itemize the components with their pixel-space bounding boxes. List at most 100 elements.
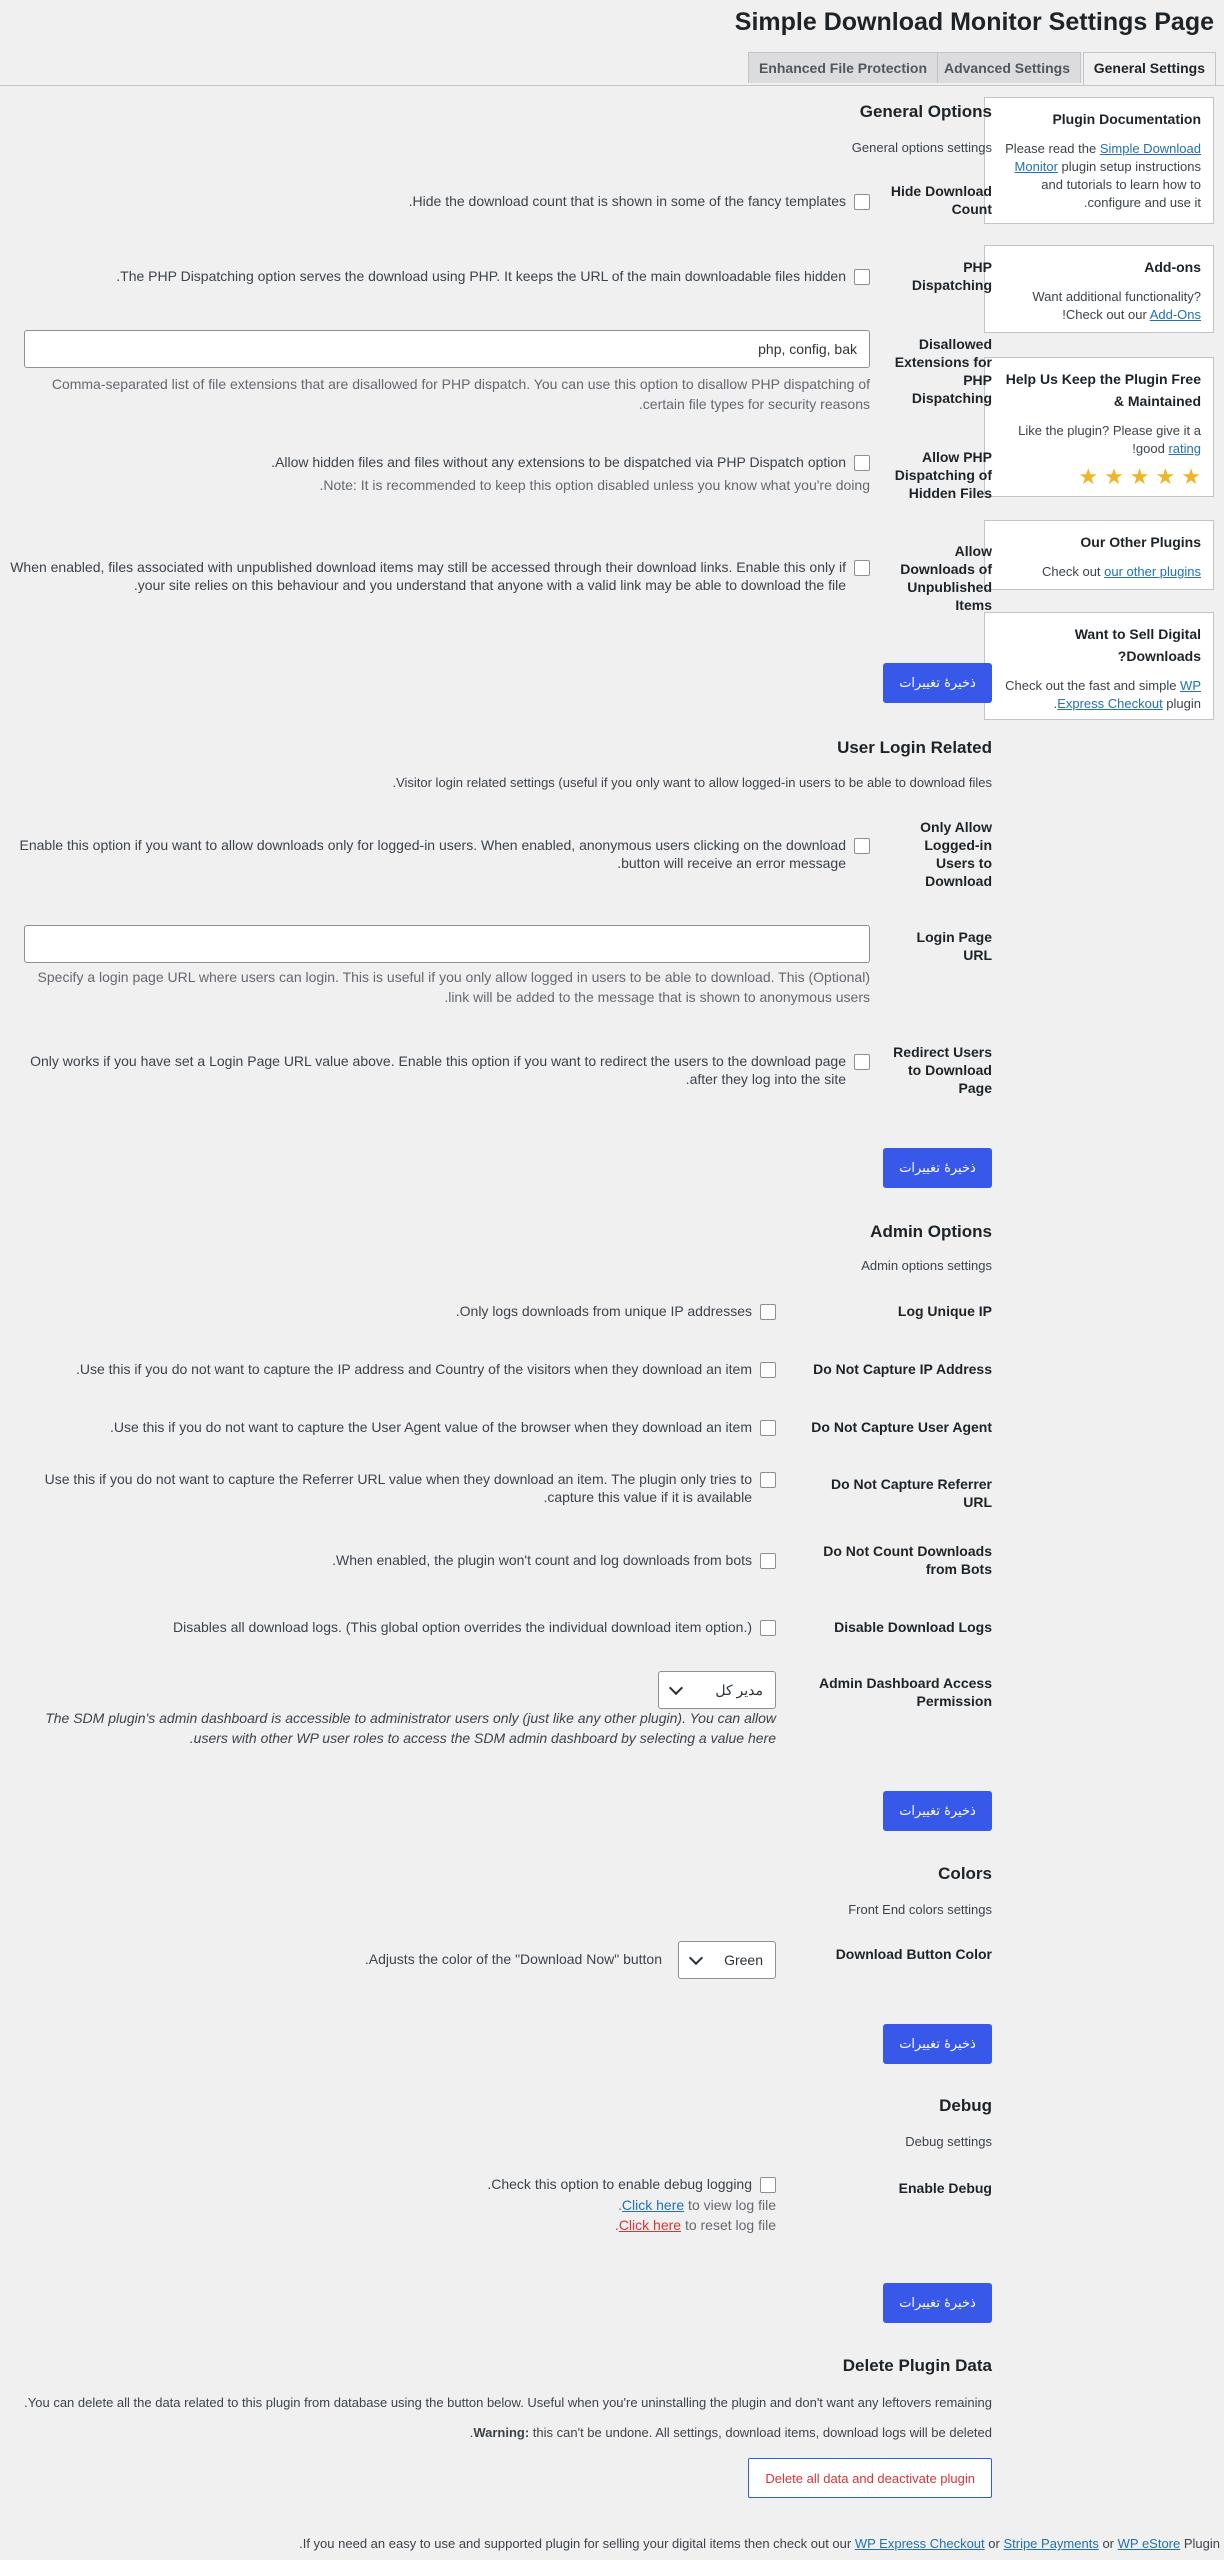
rating-stars[interactable]: ★ ★ ★ ★ ★ <box>997 466 1201 488</box>
reset-log-link[interactable]: Click here <box>619 2217 681 2233</box>
login-url-label: Login Page URL <box>916 929 992 963</box>
other-plugins-text: Check out our other plugins <box>1042 564 1201 579</box>
hidden-files-desc: Allow hidden files and files without any… <box>271 454 846 470</box>
disallowed-ext-label: Disallowed Extensions for PHP Dispatchin… <box>894 336 992 406</box>
star-icon[interactable]: ★ <box>1156 466 1176 488</box>
no-bots-checkbox[interactable] <box>760 1553 776 1569</box>
unique-ip-field: Only logs downloads from unique IP addre… <box>10 1302 776 1320</box>
hide-count-checkbox[interactable] <box>854 194 870 210</box>
no-ip-field: Use this if you do not want to capture t… <box>10 1360 776 1378</box>
delete-data-desc: You can delete all the data related to t… <box>24 2395 992 2410</box>
login-url-input[interactable] <box>24 925 870 963</box>
no-ref-label: Do Not Capture Referrer URL <box>830 1476 992 1510</box>
no-ua-label: Do Not Capture User Agent <box>811 1419 992 1435</box>
php-dispatch-desc: The PHP Dispatching option serves the do… <box>116 268 846 284</box>
dashboard-access-select[interactable]: مدیر کل <box>658 1671 776 1709</box>
other-plugins-box: Our Other Plugins Check out our other pl… <box>984 520 1214 590</box>
disable-logs-desc: Disables all download logs. (This global… <box>173 1619 752 1635</box>
chevron-down-icon <box>688 1950 704 1966</box>
php-dispatch-field: The PHP Dispatching option serves the do… <box>10 267 870 285</box>
addons-text: Want additional functionality? Check out… <box>1032 289 1201 322</box>
debug-title: Debug <box>939 2096 992 2115</box>
footer-wp-express-checkout-link[interactable]: WP Express Checkout <box>855 2536 985 2551</box>
colors-desc: Front End colors settings <box>848 1902 992 1917</box>
hidden-files-label: Allow PHP Dispatching of Hidden Files <box>894 449 992 501</box>
redirect-desc: Only works if you have set a Login Page … <box>30 1053 846 1087</box>
unique-ip-label: Log Unique IP <box>897 1303 992 1319</box>
sell-downloads-text: Check out the fast and simple WP Express… <box>1005 678 1201 711</box>
dashboard-access-value: مدیر کل <box>715 1681 763 1698</box>
addons-link[interactable]: Add-Ons <box>1150 307 1201 322</box>
no-ref-checkbox[interactable] <box>760 1472 776 1488</box>
sell-downloads-box: Want to Sell Digital Downloads? Check ou… <box>984 612 1214 720</box>
no-ua-field: Use this if you do not want to capture t… <box>10 1418 776 1436</box>
hidden-files-field: Allow hidden files and files without any… <box>10 453 870 495</box>
view-log-link[interactable]: Click here <box>622 2197 684 2213</box>
save-changes-button[interactable]: ذخیرهٔ تغییرات <box>883 663 992 703</box>
redirect-label: Redirect Users to Download Page <box>893 1044 992 1096</box>
keep-free-box: Help Us Keep the Plugin Free & Maintaine… <box>984 357 1214 497</box>
only-logged-checkbox[interactable] <box>854 838 870 854</box>
enable-debug-checkbox[interactable] <box>760 2177 776 2193</box>
no-ref-field: Use this if you do not want to capture t… <box>10 1470 776 1506</box>
save-changes-button[interactable]: ذخیرهٔ تغییرات <box>883 1148 992 1188</box>
unpublished-desc: When enabled, files associated with unpu… <box>10 559 846 593</box>
admin-options-title: Admin Options <box>870 1222 992 1241</box>
tab-bar: General Settings Advanced Settings Enhan… <box>0 50 1224 86</box>
hide-count-label: Hide Download Count <box>890 183 992 217</box>
tab-enhanced-file-protection[interactable]: Enhanced File Protection <box>747 52 938 83</box>
star-icon[interactable]: ★ <box>1130 466 1150 488</box>
view-log-line: Click here to view log file. <box>618 2197 776 2213</box>
no-bots-field: When enabled, the plugin won't count and… <box>10 1551 776 1569</box>
save-changes-button[interactable]: ذخیرهٔ تغییرات <box>883 2024 992 2064</box>
rating-link[interactable]: rating <box>1168 441 1201 456</box>
sell-downloads-title: Want to Sell Digital Downloads? <box>1074 626 1201 664</box>
only-logged-desc: Enable this option if you want to allow … <box>19 837 847 871</box>
disable-logs-field: Disables all download logs. (This global… <box>10 1618 776 1636</box>
hidden-files-checkbox[interactable] <box>854 455 870 471</box>
php-dispatch-checkbox[interactable] <box>854 269 870 285</box>
save-changes-button[interactable]: ذخیرهٔ تغییرات <box>883 1791 992 1831</box>
disable-logs-label: Disable Download Logs <box>834 1619 992 1635</box>
footer-stripe-payments-link[interactable]: Stripe Payments <box>1003 2536 1098 2551</box>
no-ua-desc: Use this if you do not want to capture t… <box>109 1419 752 1435</box>
other-plugins-link[interactable]: our other plugins <box>1104 564 1201 579</box>
documentation-box: Plugin Documentation Please read the Sim… <box>984 97 1214 224</box>
enable-debug-field: Check this option to enable debug loggin… <box>10 2175 776 2235</box>
other-plugins-title: Our Other Plugins <box>1080 534 1201 550</box>
star-icon[interactable]: ★ <box>1104 466 1124 488</box>
tab-advanced-settings[interactable]: Advanced Settings <box>932 52 1081 83</box>
no-bots-desc: When enabled, the plugin won't count and… <box>332 1552 752 1568</box>
button-color-desc: Adjusts the color of the "Download Now" … <box>364 1951 662 1967</box>
hide-count-desc: Hide the download count that is shown in… <box>408 193 846 209</box>
no-ip-checkbox[interactable] <box>760 1362 776 1378</box>
no-ref-desc: Use this if you do not want to capture t… <box>44 1471 752 1505</box>
redirect-checkbox[interactable] <box>854 1054 870 1070</box>
tab-general-settings[interactable]: General Settings <box>1082 52 1216 85</box>
disallowed-ext-field: Comma-separated list of file extensions … <box>24 330 870 414</box>
button-color-select[interactable]: Green <box>678 1941 776 1979</box>
no-ua-checkbox[interactable] <box>760 1420 776 1436</box>
user-login-desc: Visitor login related settings (useful i… <box>392 775 992 790</box>
star-icon[interactable]: ★ <box>1181 466 1201 488</box>
login-url-desc: (Optional) Specify a login page URL wher… <box>37 969 870 1005</box>
button-color-label: Download Button Color <box>835 1946 992 1962</box>
reset-log-line: Click here to reset log file. <box>614 2217 776 2233</box>
disallowed-ext-input[interactable] <box>24 330 870 368</box>
page-title: Simple Download Monitor Settings Page <box>734 8 1214 36</box>
documentation-title: Plugin Documentation <box>1052 111 1201 127</box>
no-ip-desc: Use this if you do not want to capture t… <box>75 1361 752 1377</box>
footer-wp-estore-link[interactable]: WP eStore <box>1118 2536 1181 2551</box>
keep-free-title: Help Us Keep the Plugin Free & Maintaine… <box>1005 371 1201 409</box>
chevron-down-icon <box>668 1680 684 1696</box>
unpublished-checkbox[interactable] <box>854 560 870 576</box>
unique-ip-desc: Only logs downloads from unique IP addre… <box>455 1303 752 1319</box>
unique-ip-checkbox[interactable] <box>760 1304 776 1320</box>
disable-logs-checkbox[interactable] <box>760 1620 776 1636</box>
enable-debug-label: Enable Debug <box>898 2180 992 2196</box>
save-changes-button[interactable]: ذخیرهٔ تغییرات <box>883 2283 992 2323</box>
no-bots-label: Do Not Count Downloads from Bots <box>823 1543 992 1577</box>
star-icon[interactable]: ★ <box>1078 466 1098 488</box>
documentation-text: Please read the Simple Download Monitor … <box>1005 141 1201 210</box>
delete-data-button[interactable]: Delete all data and deactivate plugin <box>748 2458 992 2498</box>
